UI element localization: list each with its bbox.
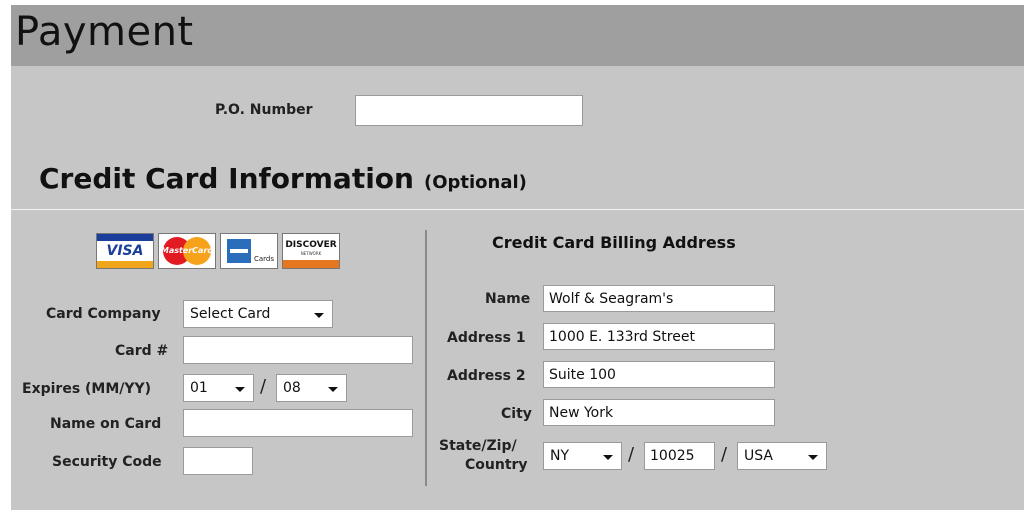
expires-year-selected: 08 bbox=[283, 380, 301, 396]
discover-logo-icon: DISCOVER NETWORK bbox=[282, 233, 340, 269]
country-selected: USA bbox=[744, 448, 773, 464]
discover-logo-subtext: NETWORK bbox=[300, 251, 322, 256]
country-select[interactable]: USA bbox=[737, 442, 827, 470]
amex-logo-icon: Cards bbox=[220, 233, 278, 269]
amex-logo-caption: Cards bbox=[254, 255, 275, 263]
credit-card-heading: Credit Card Information (Optional) bbox=[39, 162, 527, 195]
visa-logo-text: VISA bbox=[106, 243, 144, 259]
payment-panel: Payment P.O. Number Credit Card Informat… bbox=[11, 5, 1024, 510]
address2-label: Address 2 bbox=[447, 368, 526, 384]
expires-label: Expires (MM/YY) bbox=[22, 381, 152, 397]
title-bar: Payment bbox=[11, 5, 1024, 66]
zip-input[interactable] bbox=[644, 442, 715, 470]
credit-card-heading-text: Credit Card Information bbox=[39, 162, 414, 195]
address2-input[interactable] bbox=[543, 361, 775, 388]
security-code-label: Security Code bbox=[52, 454, 162, 470]
expires-month-selected: 01 bbox=[190, 380, 208, 396]
chevron-down-icon bbox=[603, 455, 613, 460]
city-input[interactable] bbox=[543, 399, 775, 426]
po-number-label: P.O. Number bbox=[215, 102, 313, 118]
zip-country-separator: / bbox=[721, 444, 728, 465]
expires-year-select[interactable]: 08 bbox=[276, 374, 347, 402]
discover-logo-text: DISCOVER bbox=[285, 240, 337, 250]
expires-month-select[interactable]: 01 bbox=[183, 374, 254, 402]
name-on-card-label: Name on Card bbox=[50, 416, 162, 432]
state-zip-country-label-line2: Country bbox=[465, 457, 528, 473]
state-zip-country-label-line1: State/Zip/ bbox=[439, 438, 517, 454]
chevron-down-icon bbox=[808, 455, 818, 460]
mastercard-logo-text: MasterCard bbox=[160, 246, 214, 255]
chevron-down-icon bbox=[328, 387, 338, 392]
optional-note: (Optional) bbox=[423, 172, 527, 193]
card-company-selected: Select Card bbox=[190, 306, 271, 322]
card-number-label: Card # bbox=[115, 343, 169, 359]
expires-separator: / bbox=[260, 376, 267, 397]
state-zip-separator: / bbox=[628, 444, 635, 465]
chevron-down-icon bbox=[314, 313, 324, 318]
address1-label: Address 1 bbox=[447, 330, 526, 346]
visa-logo-icon: VISA bbox=[96, 233, 154, 269]
billing-name-input[interactable] bbox=[543, 285, 775, 312]
section-divider bbox=[11, 209, 1024, 210]
chevron-down-icon bbox=[235, 387, 245, 392]
mastercard-logo-icon: MasterCard bbox=[158, 233, 216, 269]
security-code-input[interactable] bbox=[183, 447, 253, 475]
billing-name-label: Name bbox=[485, 291, 531, 307]
card-company-select[interactable]: Select Card bbox=[183, 300, 333, 328]
city-label: City bbox=[501, 406, 532, 422]
page-title: Payment bbox=[15, 9, 194, 55]
po-number-input[interactable] bbox=[355, 95, 583, 126]
name-on-card-input[interactable] bbox=[183, 409, 413, 437]
billing-heading: Credit Card Billing Address bbox=[492, 233, 736, 252]
card-number-input[interactable] bbox=[183, 336, 413, 364]
card-company-label: Card Company bbox=[46, 306, 161, 322]
column-divider bbox=[425, 230, 427, 486]
state-selected: NY bbox=[550, 448, 570, 464]
address1-input[interactable] bbox=[543, 323, 775, 350]
state-select[interactable]: NY bbox=[543, 442, 622, 470]
